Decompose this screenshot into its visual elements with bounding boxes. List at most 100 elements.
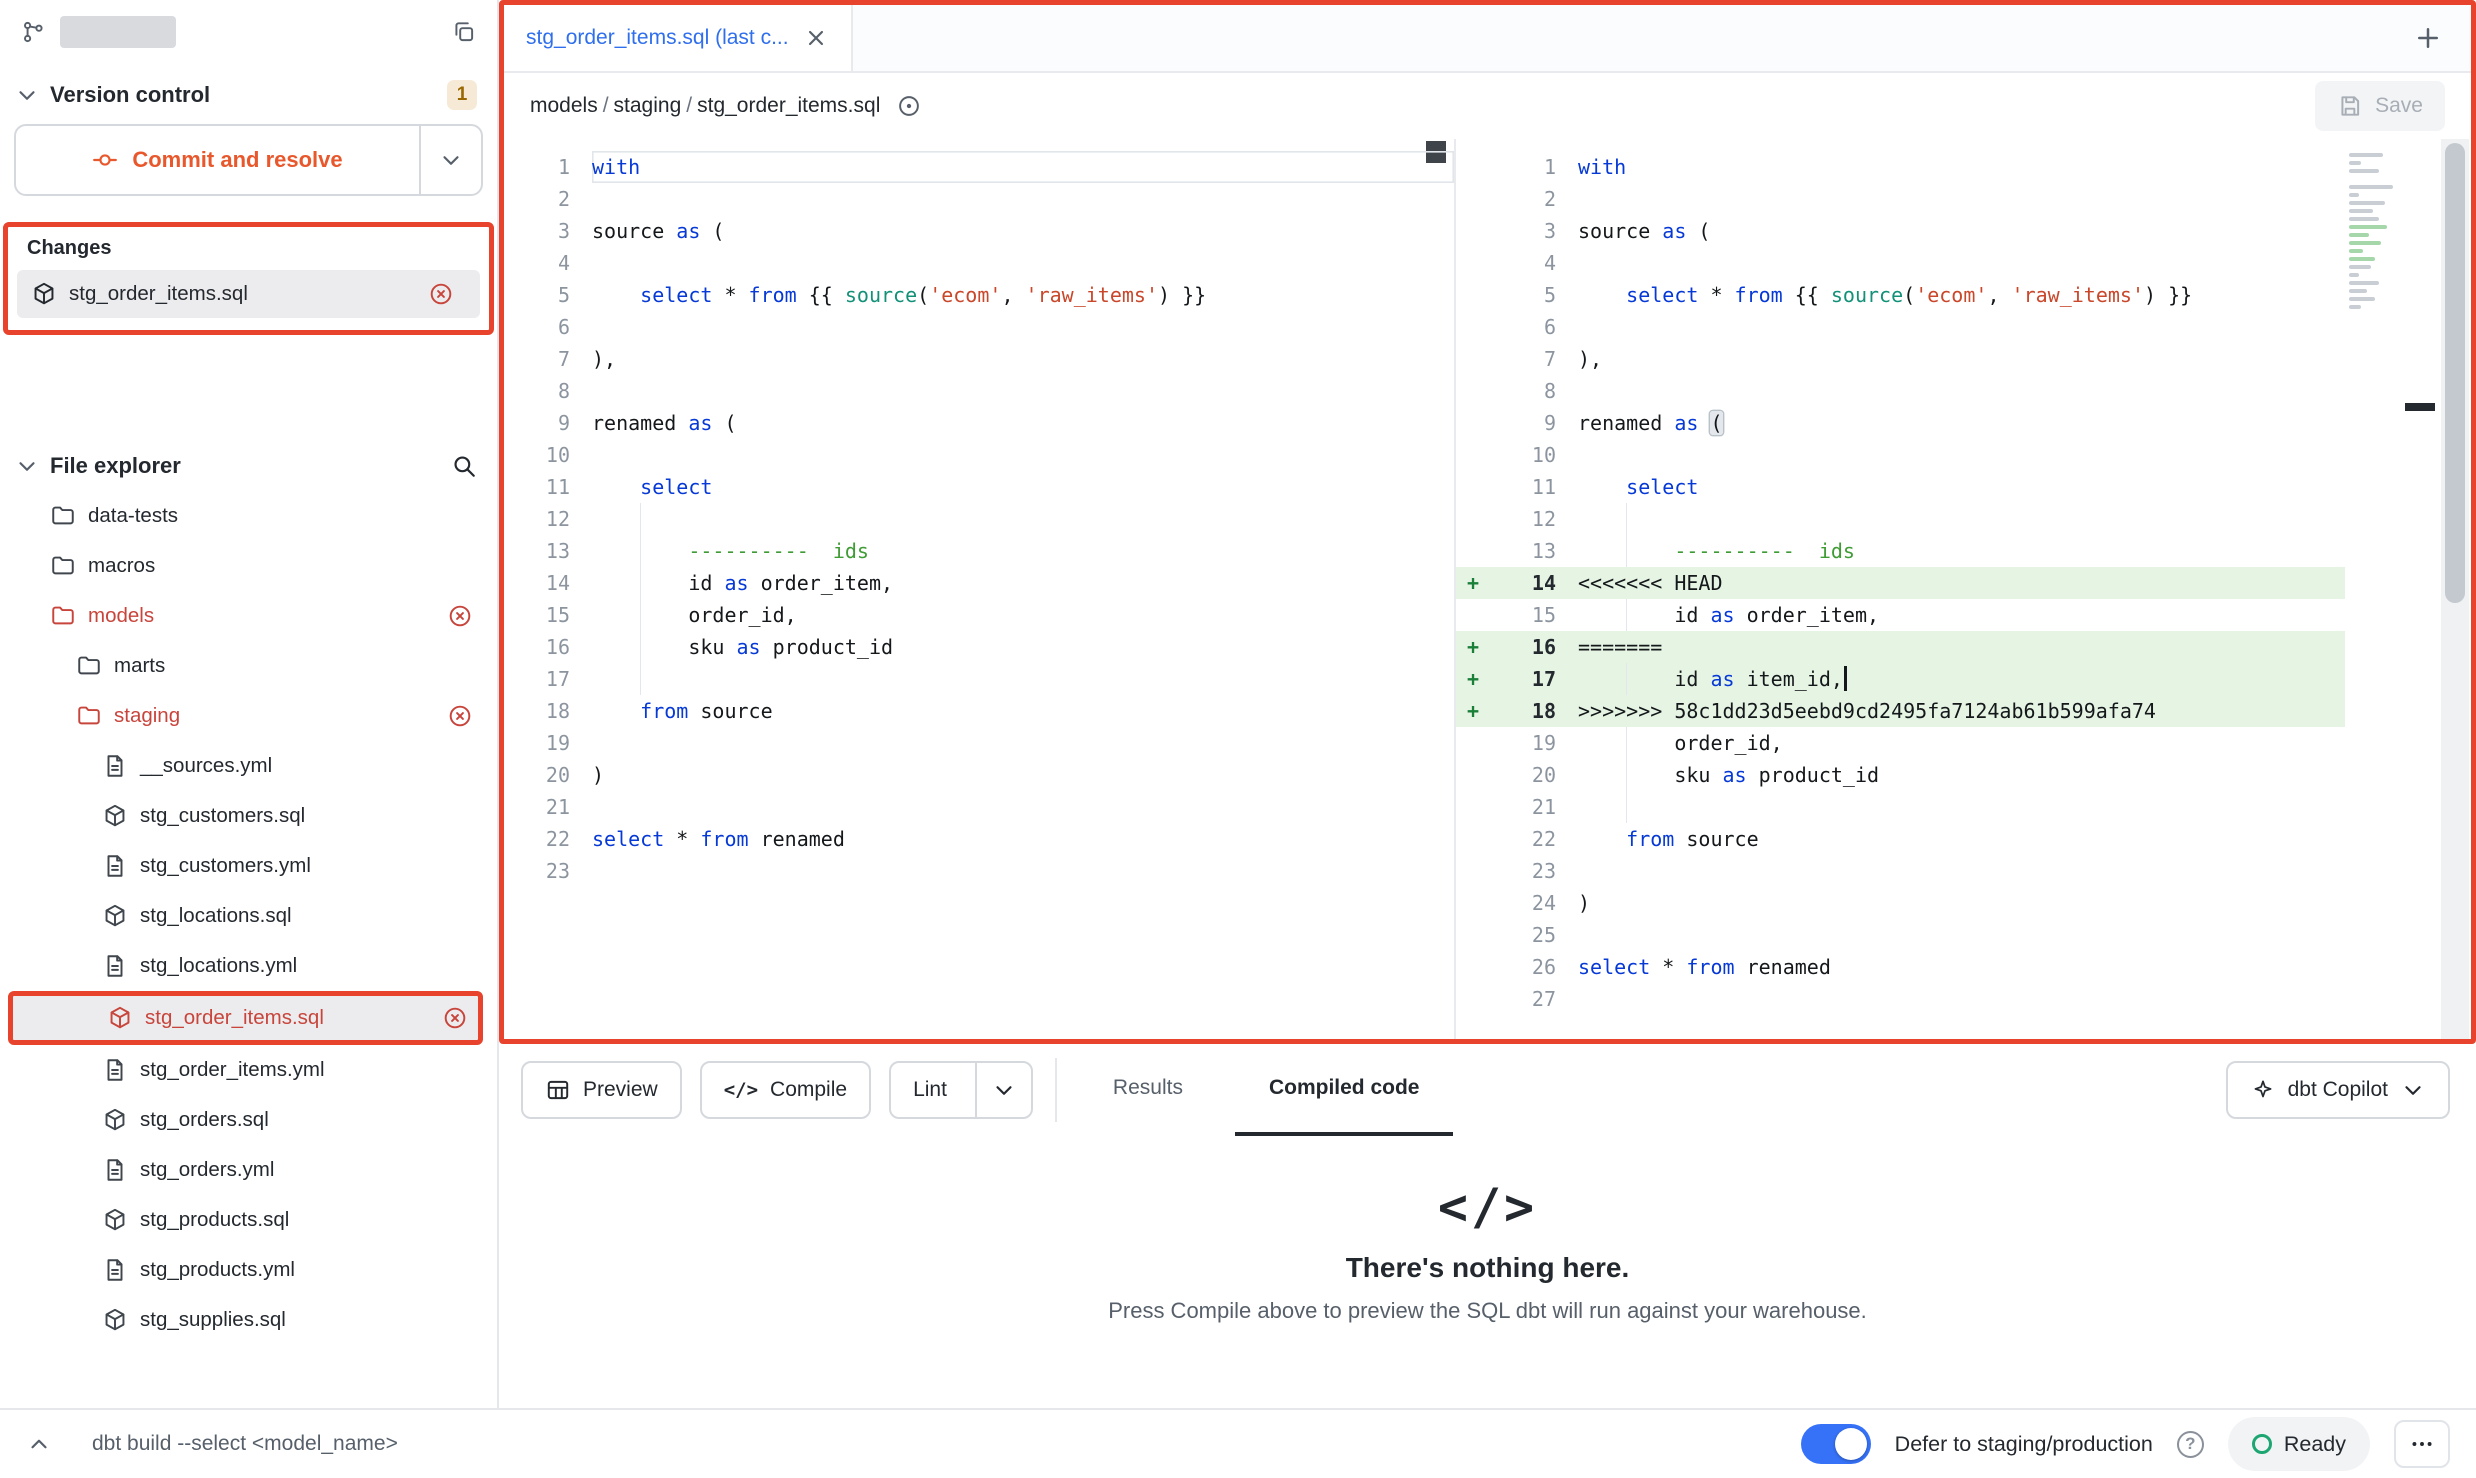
code-line-10[interactable]: 10 [504,439,1454,471]
file-explorer-item-stg_orders.sql[interactable]: stg_orders.sql [8,1095,483,1145]
code-line-15[interactable]: 15 id as order_item, [1456,599,2345,631]
code-line-13[interactable]: 13 ---------- ids [1456,535,2345,567]
code-line-14[interactable]: 14 id as order_item, [504,567,1454,599]
code-line-18[interactable]: +18>>>>>>> 58c1dd23d5eebd9cd2495fa7124ab… [1456,695,2345,727]
lint-button[interactable]: Lint [889,1061,1033,1119]
code-line-11[interactable]: 11 select [1456,471,2345,503]
code-line-9[interactable]: 9renamed as ( [504,407,1454,439]
code-line-4[interactable]: 4 [1456,247,2345,279]
defer-toggle[interactable] [1801,1424,1871,1464]
file-explorer-item-macros[interactable]: macros [8,541,483,591]
commit-dropdown-button[interactable] [419,126,481,194]
code-line-22[interactable]: 22 from source [1456,823,2345,855]
tab-stg-order-items[interactable]: stg_order_items.sql (last c... [504,5,853,71]
minimap[interactable] [2345,139,2403,1039]
code-line-5[interactable]: 5 select * from {{ source('ecom', 'raw_i… [1456,279,2345,311]
save-button[interactable]: Save [2315,81,2445,131]
file-explorer-header[interactable]: File explorer [0,437,497,487]
code-line-20[interactable]: 20 sku as product_id [1456,759,2345,791]
code-line-17[interactable]: +17 id as item_id, [1456,663,2345,695]
code-line-7[interactable]: 7), [504,343,1454,375]
code-line-1[interactable]: 1with [504,151,1454,183]
code-line-21[interactable]: 21 [504,791,1454,823]
code-line-8[interactable]: 8 [504,375,1454,407]
code-line-1[interactable]: 1with [1456,151,2345,183]
version-control-header[interactable]: Version control 1 [0,64,497,118]
file-explorer-item-stg_locations.yml[interactable]: stg_locations.yml [8,941,483,991]
preview-button[interactable]: Preview [521,1061,682,1119]
commit-button-main[interactable]: Commit and resolve [16,126,419,194]
code-line-12[interactable]: 12 [1456,503,2345,535]
code-line-3[interactable]: 3source as ( [1456,215,2345,247]
file-explorer-item-__sources.yml[interactable]: __sources.yml [8,741,483,791]
code-line-11[interactable]: 11 select [504,471,1454,503]
code-line-16[interactable]: +16======= [1456,631,2345,663]
search-icon[interactable] [451,453,477,479]
code-line-8[interactable]: 8 [1456,375,2345,407]
conflict-icon[interactable] [442,1005,468,1031]
new-tab-icon[interactable] [2413,23,2443,53]
file-explorer-item-stg_products.yml[interactable]: stg_products.yml [8,1245,483,1295]
code-line-20[interactable]: 20) [504,759,1454,791]
file-explorer-item-stg_locations.sql[interactable]: stg_locations.sql [8,891,483,941]
code-line-24[interactable]: 24) [1456,887,2345,919]
changed-file-row[interactable]: stg_order_items.sql [17,270,480,318]
file-explorer-item-stg_order_items.sql[interactable]: stg_order_items.sql [8,991,483,1045]
code-line-5[interactable]: 5 select * from {{ source('ecom', 'raw_i… [504,279,1454,311]
code-line-18[interactable]: 18 from source [504,695,1454,727]
code-line-21[interactable]: 21 [1456,791,2345,823]
compile-button[interactable]: </> Compile [700,1061,871,1119]
code-line-15[interactable]: 15 order_id, [504,599,1454,631]
code-line-25[interactable]: 25 [1456,919,2345,951]
file-explorer-item-data-tests[interactable]: data-tests [8,491,483,541]
status-ready-pill[interactable]: Ready [2228,1417,2370,1471]
code-line-3[interactable]: 3source as ( [504,215,1454,247]
chevron-down-icon[interactable] [14,453,40,479]
code-line-16[interactable]: 16 sku as product_id [504,631,1454,663]
file-explorer-item-stg_orders.yml[interactable]: stg_orders.yml [8,1145,483,1195]
tab-compiled-code[interactable]: Compiled code [1235,1044,1454,1136]
code-line-12[interactable]: 12 [504,503,1454,535]
file-explorer-item-stg_order_items.yml[interactable]: stg_order_items.yml [8,1045,483,1095]
editor-scrollbar[interactable] [2441,139,2469,1039]
file-explorer-item-marts[interactable]: marts [8,641,483,691]
code-line-7[interactable]: 7), [1456,343,2345,375]
copy-icon[interactable] [451,19,477,45]
tab-results[interactable]: Results [1079,1044,1217,1136]
conflict-icon[interactable] [428,281,454,307]
code-line-23[interactable]: 23 [504,855,1454,887]
conflict-icon[interactable] [447,703,473,729]
code-line-14[interactable]: +14<<<<<<< HEAD [1456,567,2345,599]
conflict-icon[interactable] [447,603,473,629]
diff-left-pane[interactable]: 1with23source as (45 select * from {{ so… [504,139,1456,1039]
code-line-19[interactable]: 19 order_id, [1456,727,2345,759]
code-line-19[interactable]: 19 [504,727,1454,759]
code-line-9[interactable]: 9renamed as ( [1456,407,2345,439]
commit-and-resolve-button[interactable]: Commit and resolve [14,124,483,196]
code-line-23[interactable]: 23 [1456,855,2345,887]
code-line-27[interactable]: 27 [1456,983,2345,1015]
file-explorer-item-stg_products.sql[interactable]: stg_products.sql [8,1195,483,1245]
code-line-26[interactable]: 26select * from renamed [1456,951,2345,983]
lint-dropdown-button[interactable] [975,1063,1031,1117]
diff-right-pane[interactable]: 1with23source as (45 select * from {{ so… [1456,139,2345,1039]
file-status-icon[interactable] [896,93,922,119]
dbt-copilot-button[interactable]: dbt Copilot [2226,1061,2450,1119]
code-line-6[interactable]: 6 [504,311,1454,343]
help-icon[interactable]: ? [2177,1431,2204,1458]
file-explorer-item-stg_customers.sql[interactable]: stg_customers.sql [8,791,483,841]
close-icon[interactable] [803,25,829,51]
file-explorer-item-staging[interactable]: staging [8,691,483,741]
code-line-4[interactable]: 4 [504,247,1454,279]
file-explorer-item-models[interactable]: models [8,591,483,641]
code-line-2[interactable]: 2 [504,183,1454,215]
file-explorer-item-stg_customers.yml[interactable]: stg_customers.yml [8,841,483,891]
code-line-10[interactable]: 10 [1456,439,2345,471]
breadcrumb-item[interactable]: staging [614,94,682,118]
breadcrumb-item[interactable]: stg_order_items.sql [697,94,880,118]
code-line-2[interactable]: 2 [1456,183,2345,215]
code-line-6[interactable]: 6 [1456,311,2345,343]
chevron-up-icon[interactable] [26,1431,52,1457]
code-line-17[interactable]: 17 [504,663,1454,695]
workspace-icon[interactable] [20,19,46,45]
